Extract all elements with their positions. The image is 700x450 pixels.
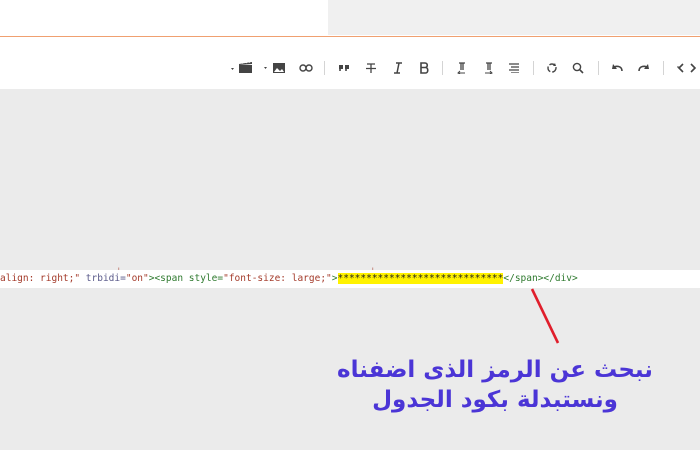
code-attribute-value: "font-size: large;"	[223, 273, 332, 284]
annotation-callout: نبحث عن الرمز الذى اضفناه ونستبدلة بكود …	[330, 355, 660, 415]
title-field-area[interactable]	[328, 0, 700, 35]
image-icon[interactable]	[262, 60, 288, 76]
code-style-value: align: right;"	[0, 273, 81, 284]
quote-icon[interactable]	[335, 60, 353, 76]
find-replace-icon[interactable]	[543, 60, 561, 76]
strikethrough-icon[interactable]	[362, 60, 380, 76]
toolbar-separator	[663, 61, 664, 75]
video-icon[interactable]	[229, 60, 255, 76]
code-tag: >	[331, 273, 338, 284]
redo-icon[interactable]	[635, 60, 653, 76]
code-attribute: trbidi=	[80, 273, 126, 284]
rtl-icon[interactable]	[453, 60, 471, 76]
toolbar-separator	[533, 61, 534, 75]
annotation-line-1: نبحث عن الرمز الذى اضفناه	[337, 357, 653, 383]
code-attribute-value: "on"	[125, 273, 149, 284]
toolbar-separator	[442, 61, 443, 75]
link-icon[interactable]	[297, 60, 315, 76]
code-tag: ><span style=	[148, 273, 224, 284]
bold-icon[interactable]	[415, 60, 433, 76]
toolbar-separator	[324, 61, 325, 75]
code-line[interactable]: align: right;" trbidi="on"><span style="…	[0, 270, 700, 288]
italic-icon[interactable]	[389, 60, 407, 76]
code-view-icon[interactable]	[676, 60, 698, 76]
code-closing-tags: </span></div>	[503, 273, 578, 284]
annotation-line-2: ونستبدلة بكود الجدول	[372, 387, 618, 413]
undo-icon[interactable]	[608, 60, 626, 76]
toolbar-separator	[598, 61, 599, 75]
search-icon[interactable]	[569, 60, 587, 76]
ltr-icon[interactable]	[479, 60, 497, 76]
highlighted-placeholder: *****************************	[337, 273, 504, 284]
align-icon[interactable]	[505, 60, 523, 76]
